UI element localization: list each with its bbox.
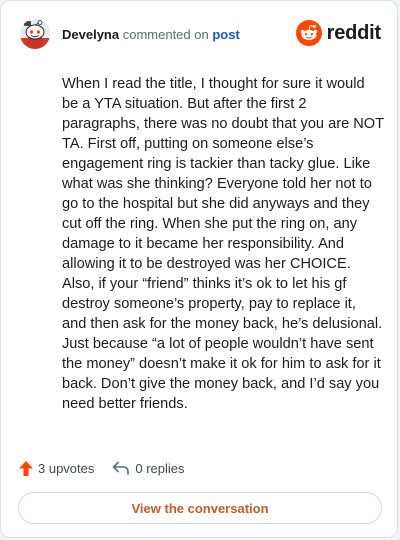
reply-button[interactable]: 0 replies: [112, 460, 185, 476]
upvote-button[interactable]: 3 upvotes: [19, 460, 95, 476]
comment-header: Develyna commented on post reddit: [20, 17, 381, 51]
username-link[interactable]: Develyna: [62, 27, 119, 42]
post-link[interactable]: post: [212, 27, 239, 42]
reply-arrow-icon: [113, 461, 130, 475]
comment-meta: Develyna commented on post: [62, 27, 240, 42]
upvote-arrow-icon: [19, 460, 33, 476]
reddit-wordmark: reddit: [326, 21, 382, 44]
comment-body: When I read the title, I thought for sur…: [62, 76, 384, 412]
reddit-brand[interactable]: reddit: [295, 20, 382, 46]
comment-actions: 3 upvotes 0 replies: [19, 458, 203, 478]
reply-count: 0 replies: [135, 460, 185, 476]
action-text: commented on: [122, 26, 209, 42]
user-avatar[interactable]: [20, 19, 50, 49]
reddit-logo-icon: [295, 20, 322, 46]
snoo-avatar-icon: [20, 19, 50, 49]
view-conversation-button[interactable]: View the conversation: [18, 492, 382, 524]
comment-card: Develyna commented on post reddit When I…: [0, 0, 398, 538]
upvote-count: 3 upvotes: [38, 460, 95, 476]
